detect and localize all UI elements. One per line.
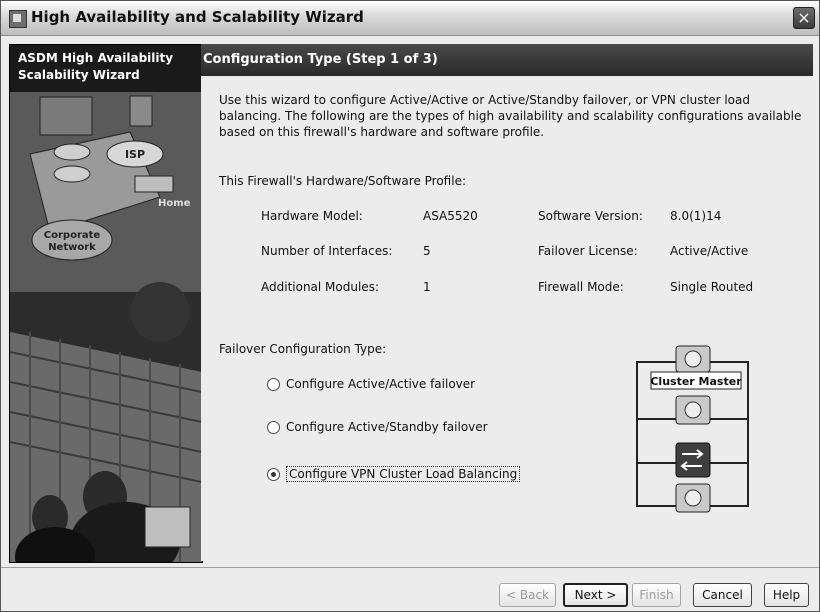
app-icon: [9, 10, 27, 28]
firewall-mode-label: Firewall Mode:: [538, 280, 624, 294]
footer-separator: [1, 567, 819, 568]
profile-heading: This Firewall's Hardware/Software Profil…: [219, 174, 467, 188]
step-header: Configuration Type (Step 1 of 3): [201, 44, 813, 76]
close-button[interactable]: ×: [793, 7, 815, 29]
failover-license-label: Failover License:: [538, 244, 638, 258]
step-content: Use this wizard to configure Active/Acti…: [201, 76, 813, 561]
back-button[interactable]: < Back: [499, 583, 556, 607]
modules-label: Additional Modules:: [261, 280, 379, 294]
title-bar[interactable]: High Availability and Scalability Wizard…: [1, 1, 819, 36]
vpn-concentrator-icon: [675, 345, 711, 373]
software-version-value: 8.0(1)14: [670, 209, 722, 223]
radio-active-standby[interactable]: [267, 420, 280, 434]
hardware-model-label: Hardware Model:: [261, 209, 363, 223]
software-version-label: Software Version:: [538, 209, 643, 223]
intro-text: Use this wizard to configure Active/Acti…: [219, 93, 802, 139]
option-active-active[interactable]: Configure Active/Active failover: [267, 377, 475, 391]
firewall-mode-value: Single Routed: [670, 280, 754, 294]
failover-license-value: Active/Active: [670, 244, 749, 258]
option-active-active-label[interactable]: Configure Active/Active failover: [286, 377, 475, 391]
vpn-concentrator-icon: [675, 483, 711, 513]
cancel-button[interactable]: Cancel: [693, 583, 752, 607]
failover-type-heading: Failover Configuration Type:: [219, 342, 387, 356]
interfaces-label: Number of Interfaces:: [261, 244, 393, 258]
corporate-label-line1: Corporate: [44, 230, 101, 241]
finish-button[interactable]: Finish: [632, 583, 681, 607]
side-title-line1: ASDM High Availability: [18, 51, 174, 65]
wizard-window: High Availability and Scalability Wizard…: [0, 0, 820, 612]
hardware-model-value: ASA5520: [423, 209, 478, 223]
radio-vpn-cluster[interactable]: [267, 467, 280, 481]
vpn-concentrator-icon: [675, 395, 711, 425]
cluster-diagram: Cluster Master: [636, 345, 749, 513]
radio-active-active[interactable]: [267, 377, 280, 391]
corporate-label-line2: Network: [48, 242, 96, 253]
side-title-line2: Scalability Wizard: [18, 68, 140, 82]
side-panel-title: ASDM High Availability Scalability Wizar…: [10, 45, 202, 92]
wizard-side-panel: ASDM High Availability Scalability Wizar…: [9, 44, 203, 563]
option-vpn-cluster[interactable]: Configure VPN Cluster Load Balancing: [267, 466, 521, 482]
option-active-standby[interactable]: Configure Active/Standby failover: [267, 420, 488, 434]
cluster-master-label: Cluster Master: [650, 375, 742, 388]
option-vpn-cluster-label[interactable]: Configure VPN Cluster Load Balancing: [286, 466, 521, 482]
window-title: High Availability and Scalability Wizard: [31, 8, 364, 26]
network-illustration: ISP Home Corporate Network: [10, 92, 202, 562]
option-active-standby-label[interactable]: Configure Active/Standby failover: [286, 420, 488, 434]
switch-icon: [675, 442, 711, 478]
help-button[interactable]: Help: [764, 583, 809, 607]
home-label: Home: [158, 198, 191, 209]
interfaces-value: 5: [423, 244, 431, 258]
isp-label: ISP: [125, 148, 145, 161]
modules-value: 1: [423, 280, 431, 294]
next-button[interactable]: Next >: [563, 583, 628, 607]
